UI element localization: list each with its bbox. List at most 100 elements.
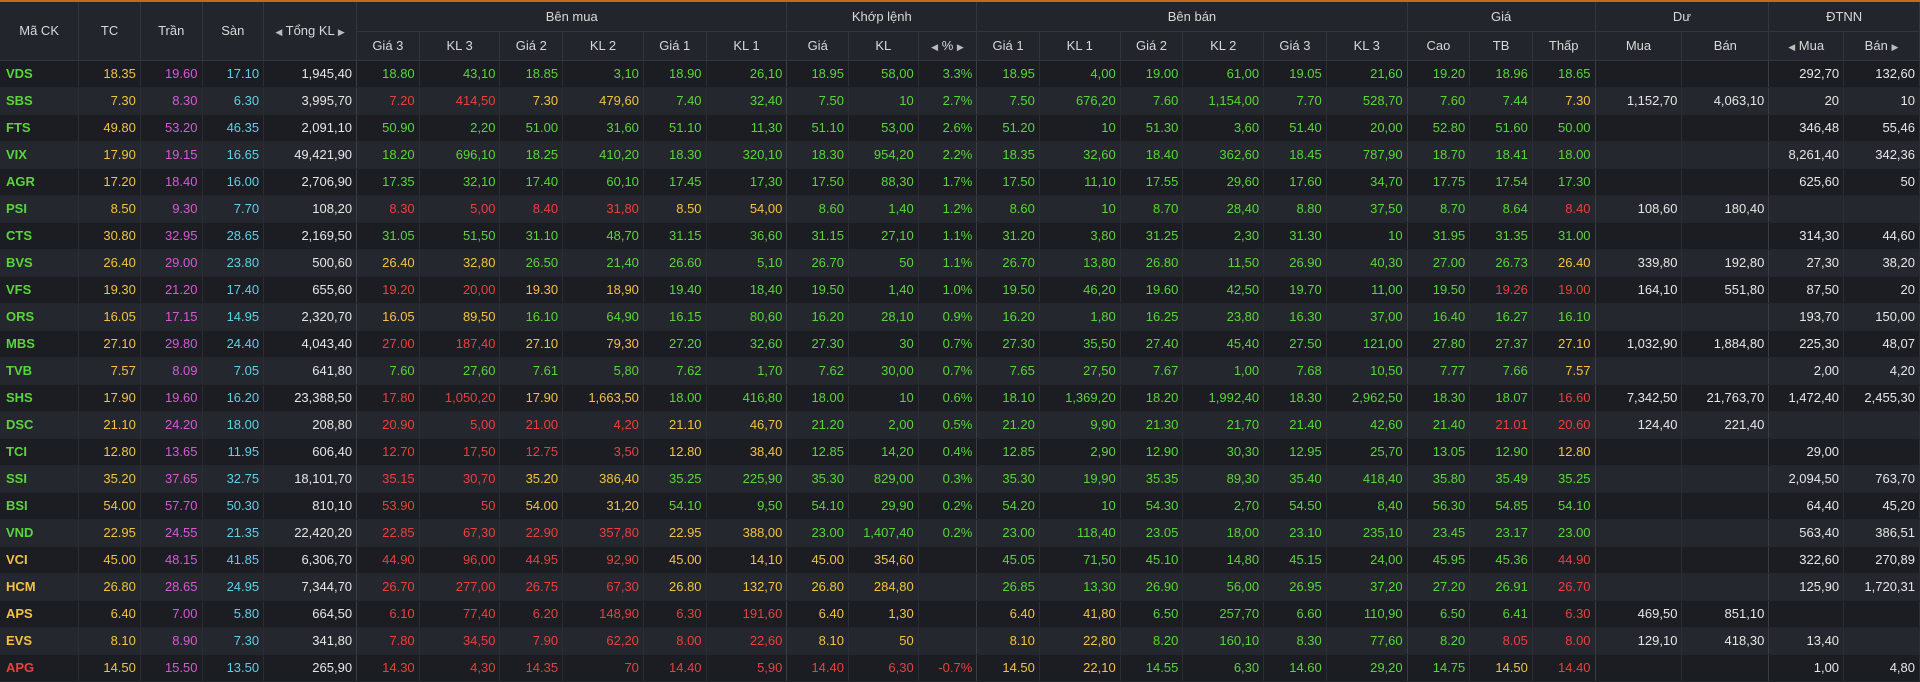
pct-right-icon[interactable]: ▶ xyxy=(957,42,964,52)
symbol-cell[interactable]: DSC xyxy=(0,411,80,439)
cell-high: 16.40 xyxy=(1407,303,1471,331)
symbol-cell[interactable]: SSI xyxy=(0,465,80,493)
sort-right-icon[interactable]: ▶ xyxy=(338,27,345,37)
col-sell-v1[interactable]: KL 1 xyxy=(1039,31,1121,61)
col-total-vol[interactable]: ◀ Tổng KL ▶ xyxy=(263,2,358,61)
cell-match-price: 54.10 xyxy=(786,492,849,520)
table-row[interactable]: APS 6.40 7.00 5.80 664,50 6.10 77,40 6.20 148,90… xyxy=(0,600,1920,628)
symbol-cell[interactable]: EVS xyxy=(0,627,80,655)
col-low[interactable]: Thấp xyxy=(1532,31,1596,61)
table-row[interactable]: VFS 19.30 21.20 17.40 655,60 19.20 20,00 19.30 1… xyxy=(0,276,1920,304)
cell-floor: 7.05 xyxy=(202,357,265,385)
col-ceil[interactable]: Trần xyxy=(140,2,203,61)
table-row[interactable]: BSI 54.00 57.70 50.30 810,10 53.90 50 54.00 31,2… xyxy=(0,492,1920,520)
col-sell-p1[interactable]: Giá 1 xyxy=(976,31,1040,61)
table-row[interactable]: FTS 49.80 53.20 46.35 2,091,10 50.90 2,20 51.00… xyxy=(0,114,1920,142)
cell-avg: 26.91 xyxy=(1469,573,1533,601)
col-sell-p2[interactable]: Giá 2 xyxy=(1120,31,1184,61)
col-buy-v1[interactable]: KL 1 xyxy=(706,31,788,61)
cell-match-vol: 30,00 xyxy=(848,357,919,385)
pct-left-icon[interactable]: ◀ xyxy=(931,42,938,52)
cell-buy-p2: 44.95 xyxy=(499,546,564,574)
symbol-cell[interactable]: VND xyxy=(0,519,80,547)
cell-buy-v3: 51,50 xyxy=(419,222,501,250)
symbol-cell[interactable]: CTS xyxy=(0,222,80,250)
cell-foreign-buy: 322,60 xyxy=(1768,546,1845,574)
sort-left-icon[interactable]: ◀ xyxy=(275,27,282,37)
table-row[interactable]: AGR 17.20 18.40 16.00 2,706,90 17.35 32,10 17.4… xyxy=(0,168,1920,196)
cell-sell-p1: 26.70 xyxy=(976,249,1040,277)
col-foreign-sell[interactable]: Bán ▶ xyxy=(1843,31,1920,61)
symbol-cell[interactable]: VIX xyxy=(0,141,80,169)
symbol-cell[interactable]: HCM xyxy=(0,573,80,601)
col-buy-v3[interactable]: KL 3 xyxy=(419,31,501,61)
col-buy-p2[interactable]: Giá 2 xyxy=(499,31,564,61)
col-avg[interactable]: TB xyxy=(1469,31,1533,61)
table-row[interactable]: APG 14.50 15.50 13.50 265,90 14.30 4,30 14.35 70… xyxy=(0,654,1920,682)
foreign-left-icon[interactable]: ◀ xyxy=(1788,42,1795,52)
col-foreign-buy[interactable]: ◀ Mua xyxy=(1768,31,1845,61)
symbol-cell[interactable]: SBS xyxy=(0,87,80,115)
cell-buy-p3: 12.70 xyxy=(356,438,420,466)
cell-match-pct: 3.3% xyxy=(918,60,978,88)
symbol-cell[interactable]: VDS xyxy=(0,60,80,88)
table-row[interactable]: TVB 7.57 8.09 7.05 641,80 7.60 27,60 7.61 5,80 7.… xyxy=(0,357,1920,385)
col-buy-p3[interactable]: Giá 3 xyxy=(356,31,420,61)
table-row[interactable]: TCI 12.80 13.65 11.95 606,40 12.70 17,50 12.75 3… xyxy=(0,438,1920,466)
symbol-cell[interactable]: AGR xyxy=(0,168,80,196)
cell-ceil: 32.95 xyxy=(140,222,203,250)
col-symbol[interactable]: Mã CK xyxy=(0,2,80,61)
symbol-cell[interactable]: TCI xyxy=(0,438,80,466)
symbol-cell[interactable]: TVB xyxy=(0,357,80,385)
table-row[interactable]: ORS 16.05 17.15 14.95 2,320,70 16.05 89,50 16.1… xyxy=(0,303,1920,331)
col-sell-p3[interactable]: Giá 3 xyxy=(1263,31,1327,61)
col-buy-p1[interactable]: Giá 1 xyxy=(643,31,707,61)
table-row[interactable]: VDS 18.35 19.60 17.10 1,945,40 18.80 43,10 18.8… xyxy=(0,60,1920,88)
symbol-cell[interactable]: VCI xyxy=(0,546,80,574)
symbol-cell[interactable]: APS xyxy=(0,600,80,628)
cell-remain-buy xyxy=(1595,60,1683,88)
col-match-vol[interactable]: KL xyxy=(848,31,919,61)
cell-avg: 23.17 xyxy=(1469,519,1533,547)
col-sell-v2[interactable]: KL 2 xyxy=(1182,31,1265,61)
table-row[interactable]: VND 22.95 24.55 21.35 22,420,20 22.85 67,30 22.… xyxy=(0,519,1920,547)
cell-buy-p3: 14.30 xyxy=(356,654,420,682)
symbol-cell[interactable]: VFS xyxy=(0,276,80,304)
table-row[interactable]: PSI 8.50 9.30 7.70 108,20 8.30 5,00 8.40 31,80 8.… xyxy=(0,195,1920,223)
foreign-right-icon[interactable]: ▶ xyxy=(1891,42,1898,52)
cell-foreign-buy xyxy=(1768,600,1845,628)
symbol-cell[interactable]: FTS xyxy=(0,114,80,142)
symbol-cell[interactable]: PSI xyxy=(0,195,80,223)
cell-buy-p2: 26.75 xyxy=(499,573,564,601)
col-remain-sell[interactable]: Bán xyxy=(1681,31,1770,61)
symbol-cell[interactable]: MBS xyxy=(0,330,80,358)
col-floor[interactable]: Sàn xyxy=(202,2,265,61)
col-buy-v2[interactable]: KL 2 xyxy=(562,31,644,61)
symbol-cell[interactable]: APG xyxy=(0,654,80,682)
table-row[interactable]: BVS 26.40 29.00 23.80 500,60 26.40 32,80 26.50 2… xyxy=(0,249,1920,277)
symbol-cell[interactable]: BVS xyxy=(0,249,80,277)
col-sell-v3[interactable]: KL 3 xyxy=(1326,31,1408,61)
cell-buy-v2: 1,663,50 xyxy=(562,384,644,412)
col-match-pct[interactable]: ◀ % ▶ xyxy=(918,31,978,61)
cell-sell-v1: 22,10 xyxy=(1039,654,1121,682)
cell-high: 6.50 xyxy=(1407,600,1471,628)
symbol-cell[interactable]: BSI xyxy=(0,492,80,520)
table-row[interactable]: HCM 26.80 28.65 24.95 7,344,70 26.70 277,00 26.… xyxy=(0,573,1920,601)
table-row[interactable]: SSI 35.20 37.65 32.75 18,101,70 35.15 30,70 35.… xyxy=(0,465,1920,493)
table-row[interactable]: SHS 17.90 19.60 16.20 23,388,50 17.80 1,050,20… xyxy=(0,384,1920,412)
symbol-cell[interactable]: SHS xyxy=(0,384,80,412)
table-row[interactable]: VCI 45.00 48.15 41.85 6,306,70 44.90 96,00 44.9… xyxy=(0,546,1920,574)
table-row[interactable]: EVS 8.10 8.90 7.30 341,80 7.80 34,50 7.90 62,20 8… xyxy=(0,627,1920,655)
col-match-price[interactable]: Giá xyxy=(786,31,849,61)
table-row[interactable]: MBS 27.10 29.80 24.40 4,043,40 27.00 187,40 27.… xyxy=(0,330,1920,358)
col-high[interactable]: Cao xyxy=(1407,31,1471,61)
table-row[interactable]: DSC 21.10 24.20 18.00 208,80 20.90 5,00 21.00 4,… xyxy=(0,411,1920,439)
table-row[interactable]: VIX 17.90 19.15 16.65 49,421,90 18.20 696,10 18… xyxy=(0,141,1920,169)
col-remain-buy[interactable]: Mua xyxy=(1595,31,1683,61)
table-row[interactable]: SBS 7.30 8.30 6.30 3,995,70 7.20 414,50 7.30 479… xyxy=(0,87,1920,115)
table-row[interactable]: CTS 30.80 32.95 28.65 2,169,50 31.05 51,50 31.1… xyxy=(0,222,1920,250)
symbol-cell[interactable]: ORS xyxy=(0,303,80,331)
cell-high: 19.50 xyxy=(1407,276,1471,304)
col-ref[interactable]: TC xyxy=(78,2,141,61)
